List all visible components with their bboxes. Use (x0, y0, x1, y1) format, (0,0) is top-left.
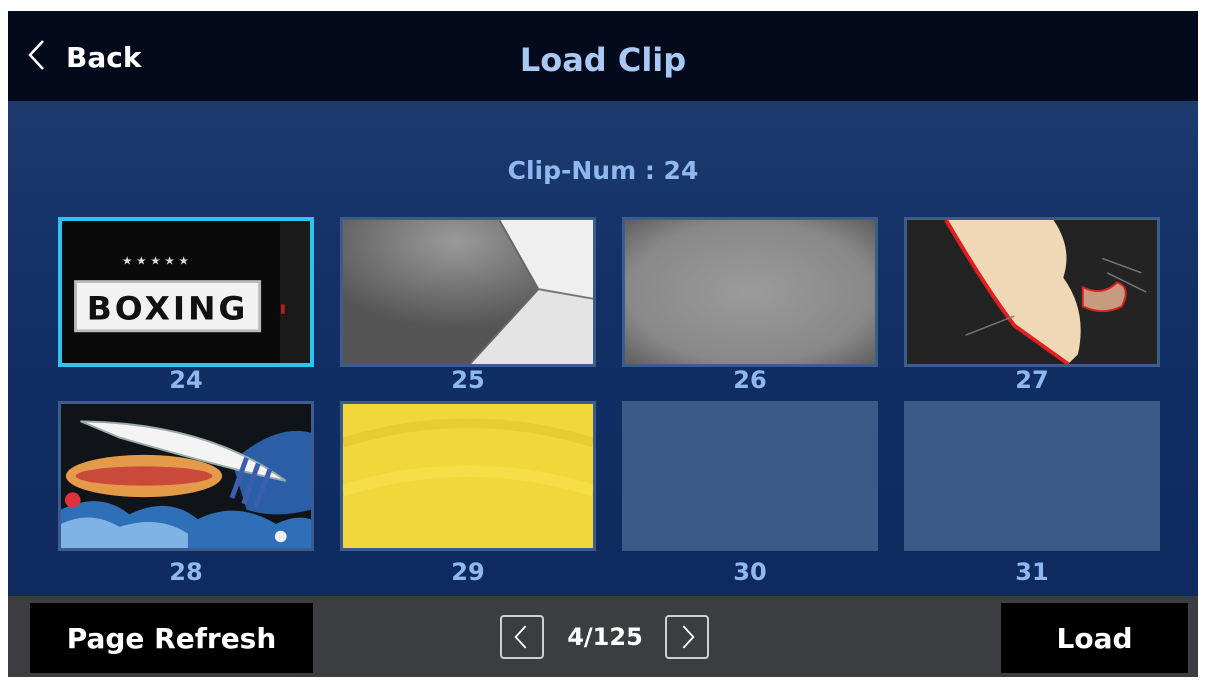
page-prev-button[interactable] (500, 615, 544, 659)
clip-tile-24[interactable]: ★ ★ ★ ★ ★ BOXING (58, 217, 314, 367)
clip-number-24: 24 (169, 366, 203, 394)
clip-tile-29[interactable] (340, 401, 596, 551)
clip-thumbnail-panels (343, 220, 593, 364)
page-indicator: 4/125 (567, 623, 643, 651)
load-button[interactable]: Load (1001, 603, 1188, 673)
load-clip-screen: Load Clip Back Clip-Num : 24 ★ ★ ★ ★ ★ B… (8, 11, 1198, 677)
back-button-label: Back (66, 40, 142, 74)
clip-tile-27[interactable] (904, 217, 1160, 367)
clip-tile-25[interactable] (340, 217, 596, 367)
clip-thumbnail-boxing: ★ ★ ★ ★ ★ BOXING (62, 221, 310, 363)
clip-tile-26[interactable] (622, 217, 878, 367)
page-refresh-button[interactable]: Page Refresh (30, 603, 313, 673)
clip-tile-31[interactable] (904, 401, 1160, 551)
clip-number-25: 25 (451, 366, 485, 394)
footer-bar: Page Refresh 4/125 Load (8, 596, 1198, 677)
back-button[interactable]: Back (26, 33, 166, 81)
chevron-right-icon (682, 625, 695, 649)
clip-thumbnail-gray-texture (625, 220, 875, 364)
clip-number-27: 27 (1015, 366, 1049, 394)
clip-grid-area: Clip-Num : 24 ★ ★ ★ ★ ★ BOXING 24 25 26 … (8, 101, 1198, 596)
header-bar: Load Clip Back (8, 11, 1198, 101)
clip-num-label: Clip-Num : 24 (507, 156, 699, 185)
clip-tile-30[interactable] (622, 401, 878, 551)
clip-number-28: 28 (169, 558, 203, 586)
boxing-sign-text: BOXING (87, 290, 249, 328)
svg-text:★ ★ ★ ★ ★: ★ ★ ★ ★ ★ (122, 254, 189, 268)
page-title: Load Clip (519, 41, 687, 79)
clip-thumbnail-surfboard (61, 404, 311, 548)
clip-number-29: 29 (451, 558, 485, 586)
clip-thumbnail-yellow-texture (343, 404, 593, 548)
clip-thumbnail-glove (907, 220, 1157, 364)
clip-tile-28[interactable] (58, 401, 314, 551)
clip-number-30: 30 (733, 558, 767, 586)
chevron-left-icon (26, 38, 48, 76)
chevron-left-icon (514, 625, 527, 649)
clip-number-31: 31 (1015, 558, 1049, 586)
page-next-button[interactable] (665, 615, 709, 659)
clip-number-26: 26 (733, 366, 767, 394)
